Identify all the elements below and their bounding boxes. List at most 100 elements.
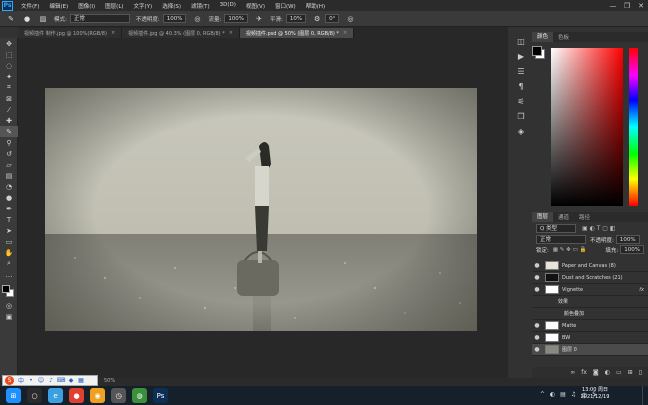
marquee-icon[interactable]: ⬚	[0, 49, 18, 60]
tray-app-icon[interactable]: ◐	[550, 391, 555, 400]
frame-icon[interactable]: ⊠	[0, 93, 18, 104]
menu-item-2[interactable]: 图像(I)	[78, 2, 95, 10]
foreground-color[interactable]	[2, 285, 10, 293]
zoom-readout[interactable]: 50%	[104, 378, 115, 384]
tab-channels[interactable]: 通道	[553, 213, 574, 221]
libraries-icon[interactable]: ❒	[515, 110, 527, 122]
voice-icon[interactable]: ♪	[46, 377, 56, 384]
minimize-button[interactable]: —	[606, 2, 620, 10]
close-tab-icon[interactable]: ×	[229, 30, 233, 36]
clock[interactable]: 13:00 周日 2021/12/19	[572, 387, 618, 404]
menu-item-5[interactable]: 选择(S)	[162, 2, 181, 10]
close-tab-icon[interactable]: ×	[343, 30, 347, 36]
opacity-field[interactable]: 100%	[162, 14, 187, 23]
more-icon[interactable]: …	[0, 269, 18, 280]
airbrush-icon[interactable]: ✈	[254, 14, 264, 24]
tab-paths[interactable]: 路径	[574, 213, 595, 221]
screen-mode-icon[interactable]: ▣	[0, 311, 18, 322]
menu-item-6[interactable]: 滤镜(T)	[191, 2, 210, 10]
taskbar-start-icon[interactable]: ⊞	[6, 388, 21, 403]
taskbar-chrome-icon[interactable]: ●	[69, 388, 84, 403]
layer-row[interactable]: ● Dust and Scratches (21)	[532, 272, 648, 284]
angle-field[interactable]: 0°	[325, 14, 340, 23]
fx-icon[interactable]: fx	[581, 369, 587, 376]
document-canvas[interactable]	[45, 88, 477, 331]
move-icon[interactable]: ✥	[0, 38, 18, 49]
gradient-icon[interactable]: ▤	[0, 170, 18, 181]
menu-item-7[interactable]: 3D(D)	[220, 2, 236, 10]
path-select-icon[interactable]: ➤	[0, 225, 18, 236]
link-icon[interactable]: ∞	[570, 369, 575, 376]
menu-item-9[interactable]: 窗口(W)	[275, 2, 296, 10]
blend-mode-select[interactable]: 正常	[536, 235, 586, 244]
layer-row[interactable]: ● BW	[532, 332, 648, 344]
visibility-eye-icon[interactable]: ●	[532, 274, 542, 281]
punctuation-icon[interactable]: •	[26, 377, 36, 384]
menu-item-0[interactable]: 文件(F)	[21, 2, 39, 10]
mask-icon[interactable]: ◙	[593, 369, 599, 376]
sogou-icon[interactable]: S	[5, 376, 14, 385]
flow-field[interactable]: 100%	[224, 14, 249, 23]
taskbar-search-icon[interactable]: ○	[27, 388, 42, 403]
taskbar-360-icon[interactable]: e	[48, 388, 63, 403]
menu-item-4[interactable]: 文字(Y)	[134, 2, 153, 10]
play-actions-icon[interactable]: ▶	[515, 50, 527, 62]
pressure-opacity-icon[interactable]: ◎	[192, 14, 202, 24]
show-desktop-button[interactable]	[642, 386, 648, 405]
hue-slider[interactable]	[629, 48, 638, 206]
document-tab[interactable]: 视频插件 制作.jpg @ 100%(RGB/8) ×	[18, 28, 123, 38]
eyedropper-icon[interactable]: ⁄	[0, 104, 18, 115]
restore-button[interactable]: ❐	[620, 2, 634, 10]
eraser-icon[interactable]: ▱	[0, 159, 18, 170]
dodge-icon[interactable]: ●	[0, 192, 18, 203]
blur-icon[interactable]: ◔	[0, 181, 18, 192]
mode-select[interactable]: 正常	[69, 14, 130, 23]
network-icon[interactable]: ▤	[560, 391, 566, 400]
layer-row[interactable]: ● 图层 0	[532, 344, 648, 356]
toolbox-icon[interactable]: ▦	[76, 377, 86, 384]
layer-opacity-field[interactable]: 100%	[615, 235, 640, 244]
visibility-eye-icon[interactable]: ●	[532, 286, 542, 293]
tab-color[interactable]: 颜色	[532, 32, 554, 42]
history-icon[interactable]: ◫	[515, 35, 527, 47]
filter-icons[interactable]: ▣ ◐ T ▢ ◧	[582, 225, 616, 232]
visibility-eye-icon[interactable]: ●	[532, 346, 542, 353]
tab-layers[interactable]: 图层	[532, 212, 554, 222]
crop-icon[interactable]: ⌗	[0, 82, 18, 93]
brush-tool-preset-icon[interactable]: ✎	[6, 14, 16, 24]
lock-icons[interactable]: ▦ ✎ ✥ ▭ 🔒	[553, 247, 586, 253]
taskbar-browser-icon[interactable]: ◉	[90, 388, 105, 403]
layer-row[interactable]: ● Paper and Canvas (8)	[532, 260, 648, 272]
close-button[interactable]: ✕	[634, 2, 648, 10]
close-tab-icon[interactable]: ×	[111, 30, 115, 36]
pen-icon[interactable]: ✒	[0, 203, 18, 214]
emoji-icon[interactable]: ☺	[36, 377, 46, 384]
brush-icon[interactable]: ✎	[0, 126, 18, 137]
paragraph-icon[interactable]: ¶	[515, 80, 527, 92]
brush-size-icon[interactable]: ●	[22, 14, 32, 24]
healing-brush-icon[interactable]: ✚	[0, 115, 18, 126]
trash-icon[interactable]: ▯	[639, 369, 642, 376]
clone-stamp-icon[interactable]: ⚲	[0, 137, 18, 148]
quick-mask-icon[interactable]: ◎	[0, 300, 18, 311]
menu-item-3[interactable]: 图层(L)	[105, 2, 123, 10]
lasso-icon[interactable]: ◌	[0, 60, 18, 71]
pressure-size-icon[interactable]: ◎	[345, 14, 355, 24]
taskbar-photoshop-icon[interactable]: Ps	[153, 388, 168, 403]
taskbar-clock-icon[interactable]: ◷	[111, 388, 126, 403]
tab-swatches[interactable]: 色板	[553, 33, 574, 41]
folder-icon[interactable]: ▭	[616, 369, 622, 376]
fx-icon[interactable]: fx	[639, 287, 644, 293]
menu-item-8[interactable]: 视图(V)	[246, 2, 265, 10]
layer-row[interactable]: ● Vignette fx	[532, 284, 648, 296]
menu-item-1[interactable]: 编辑(E)	[49, 2, 68, 10]
rectangle-icon[interactable]: ▭	[0, 236, 18, 247]
smoothing-settings-icon[interactable]: ⚙	[312, 14, 322, 24]
layer-row[interactable]: ● Matte	[532, 320, 648, 332]
smoothing-field[interactable]: 10%	[285, 14, 307, 23]
layer-kind-filter[interactable]: Q 类型	[536, 224, 576, 233]
properties-icon[interactable]: ⚟	[515, 95, 527, 107]
document-tab[interactable]: 视频插件.psd @ 50% (图层 0, RGB/8) * ×	[239, 28, 355, 38]
menu-item-10[interactable]: 帮助(H)	[306, 2, 325, 10]
zoom-icon[interactable]: ⌕	[0, 258, 18, 269]
